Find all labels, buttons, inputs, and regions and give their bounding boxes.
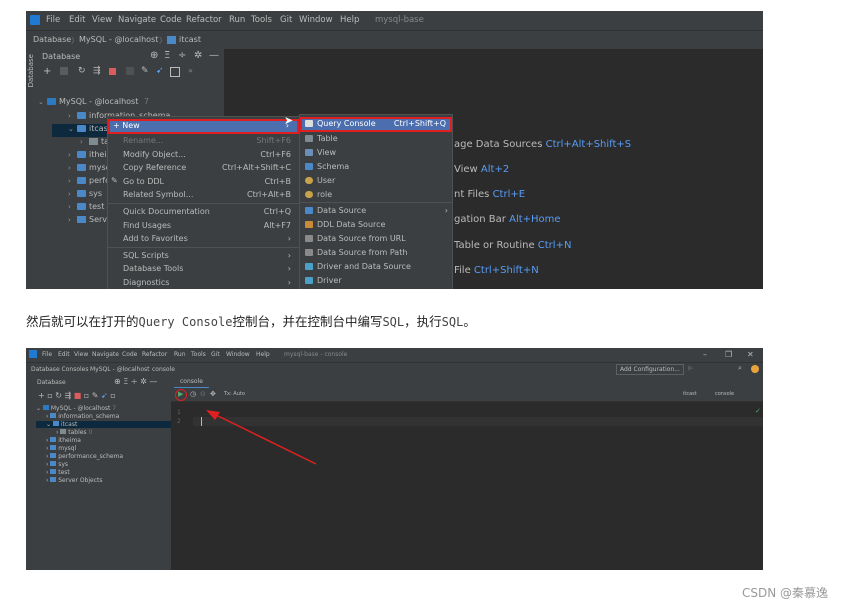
caption-text: 然后就可以在打开的Query Console控制台，并在控制台中编写SQL，执行… [26,314,476,329]
table-icon[interactable] [126,67,134,75]
driver-icon [305,263,313,270]
stop-icon[interactable] [109,68,116,75]
chevron-right-icon: 〉 [159,36,167,45]
menu-run[interactable]: Run [229,15,245,25]
datasource-icon [47,98,56,105]
breadcrumb-mysql[interactable]: MySQL - @localhost [79,35,158,44]
menu-view[interactable]: View [92,15,112,25]
menu-item-sql-scripts[interactable]: SQL Scripts › [108,249,299,263]
hint-go-to-table: Table or Routine Ctrl+N [454,240,572,251]
panel-title: Database [42,52,81,61]
breadcrumb-itcast[interactable]: itcast [179,35,201,44]
ide-screenshot-1: File Edit View Navigate Code Refactor Ru… [26,11,763,289]
menu-bar: File Edit View Navigate Code Refactor Ru… [26,11,763,30]
menu-git[interactable]: Git [280,15,292,25]
submenu-user[interactable]: User [300,174,452,188]
menu-item-database-tools[interactable]: Database Tools › [108,262,299,276]
menu-item-related-symbol[interactable]: Related Symbol... Ctrl+Alt+B [108,188,299,202]
add-icon[interactable]: + [43,66,51,77]
database-strip-label[interactable]: Database [27,54,35,87]
submenu-driver-data-source[interactable]: Driver and Data Source [300,260,452,274]
menu-item-modify[interactable]: Modify Object... Ctrl+F6 [108,148,299,162]
chevron-right-icon: 〉 [71,36,79,45]
submenu-data-source-url[interactable]: Data Source from URL [300,232,452,246]
gear-icon[interactable]: ✲ [194,50,202,61]
project-title: mysql-base [375,15,424,25]
breadcrumb-database[interactable]: Database [33,35,71,44]
refresh-icon[interactable]: ↻ [78,66,86,76]
annotation-arrow [206,410,317,465]
breadcrumb: Database 〉 MySQL - @localhost 〉 itcast [26,30,763,50]
menu-navigate[interactable]: Navigate [118,15,156,25]
submenu-query-console[interactable]: Query Console Ctrl+Shift+Q [300,117,452,132]
url-icon [305,235,313,242]
menu-item-rename[interactable]: Rename... Shift+F6 [108,134,299,148]
panel-header: Database ⊕ Ξ ÷ ✲ — [38,48,224,64]
menu-file[interactable]: File [46,15,60,25]
globe-icon[interactable]: ⊕ [150,50,158,61]
ide-screenshot-2: File Edit View Navigate Code Refactor Ru… [26,348,763,570]
panel-toolbar: + ↻ ⇶ ✎ ➹ » [38,64,224,80]
submenu-view[interactable]: View [300,146,452,160]
new-submenu: Query Console Ctrl+Shift+Q Table View Sc… [299,114,453,289]
more-icon[interactable]: » [188,66,193,75]
schema-icon [167,36,176,44]
menu-item-find-usages[interactable]: Find Usages Alt+F7 [108,219,299,233]
console-icon[interactable] [170,67,180,77]
tree-item-test[interactable]: › test [68,202,104,215]
console-icon [305,120,313,127]
menu-window[interactable]: Window [299,15,333,25]
submenu-schema[interactable]: Schema [300,160,452,174]
mouse-cursor-icon: ➤ [284,114,294,127]
user-icon [305,177,313,184]
datasource-icon [305,207,313,214]
hint-view: View Alt+2 [454,164,510,175]
minimize-icon[interactable]: — [209,50,219,61]
filter-icon[interactable]: ⇶ [93,66,101,76]
ddl-icon [305,221,313,228]
menu-code[interactable]: Code [160,15,182,25]
table-icon [305,135,313,142]
context-menu: + New › Rename... Shift+F6 Modify Object.… [107,116,300,289]
submenu-table[interactable]: Table [300,132,452,146]
submenu-role[interactable]: role [300,188,452,202]
tree-item-sys[interactable]: › sys [68,189,102,202]
tree-root[interactable]: ⌄ MySQL - @localhost 7 [38,97,149,110]
chevron-down-icon: ⌄ [38,98,44,106]
watermark-text: CSDN @秦慕逸 [741,586,828,600]
expand-icon[interactable]: ÷ [178,50,186,61]
menu-help[interactable]: Help [340,15,359,25]
pencil-icon: ✎ [111,176,118,185]
menu-item-add-favorites[interactable]: Add to Favorites › [108,232,299,246]
menu-separator [300,202,452,203]
menu-item-quick-doc[interactable]: Quick Documentation Ctrl+Q [108,205,299,219]
collapse-icon[interactable]: Ξ [164,50,170,61]
hint-go-to-file: File Ctrl+Shift+N [454,265,539,276]
driver-icon [305,277,313,284]
hint-navigation-bar: gation Bar Alt+Home [454,214,561,225]
submenu-data-source-path[interactable]: Data Source from Path [300,246,452,260]
folder-icon [305,249,313,256]
view-icon [305,149,313,156]
edit-icon[interactable]: ✎ [141,66,149,76]
menu-separator [108,247,299,248]
submenu-data-source[interactable]: Data Source › [300,204,452,218]
menu-tools[interactable]: Tools [251,15,272,25]
menu-item-diagnostics[interactable]: Diagnostics › [108,276,299,289]
menu-refactor[interactable]: Refactor [186,15,222,25]
submenu-driver[interactable]: Driver [300,274,452,288]
submenu-ddl-data-source[interactable]: DDL Data Source [300,218,452,232]
menu-edit[interactable]: Edit [69,15,85,25]
menu-item-copy-reference[interactable]: Copy Reference Ctrl+Alt+Shift+C [108,161,299,175]
jump-icon[interactable]: ➹ [156,66,164,76]
role-icon [305,191,313,198]
copy-icon[interactable] [60,67,68,75]
app-logo-icon [30,15,40,25]
menu-separator [108,203,299,204]
menu-item-go-to-ddl[interactable]: ✎ Go to DDL Ctrl+B [108,175,299,189]
schema-icon [305,163,313,170]
hint-manage-data-sources: age Data Sources Ctrl+Alt+Shift+S [454,139,632,150]
hint-recent-files: nt Files Ctrl+E [454,189,526,200]
menu-item-new[interactable]: + New › [108,119,299,134]
